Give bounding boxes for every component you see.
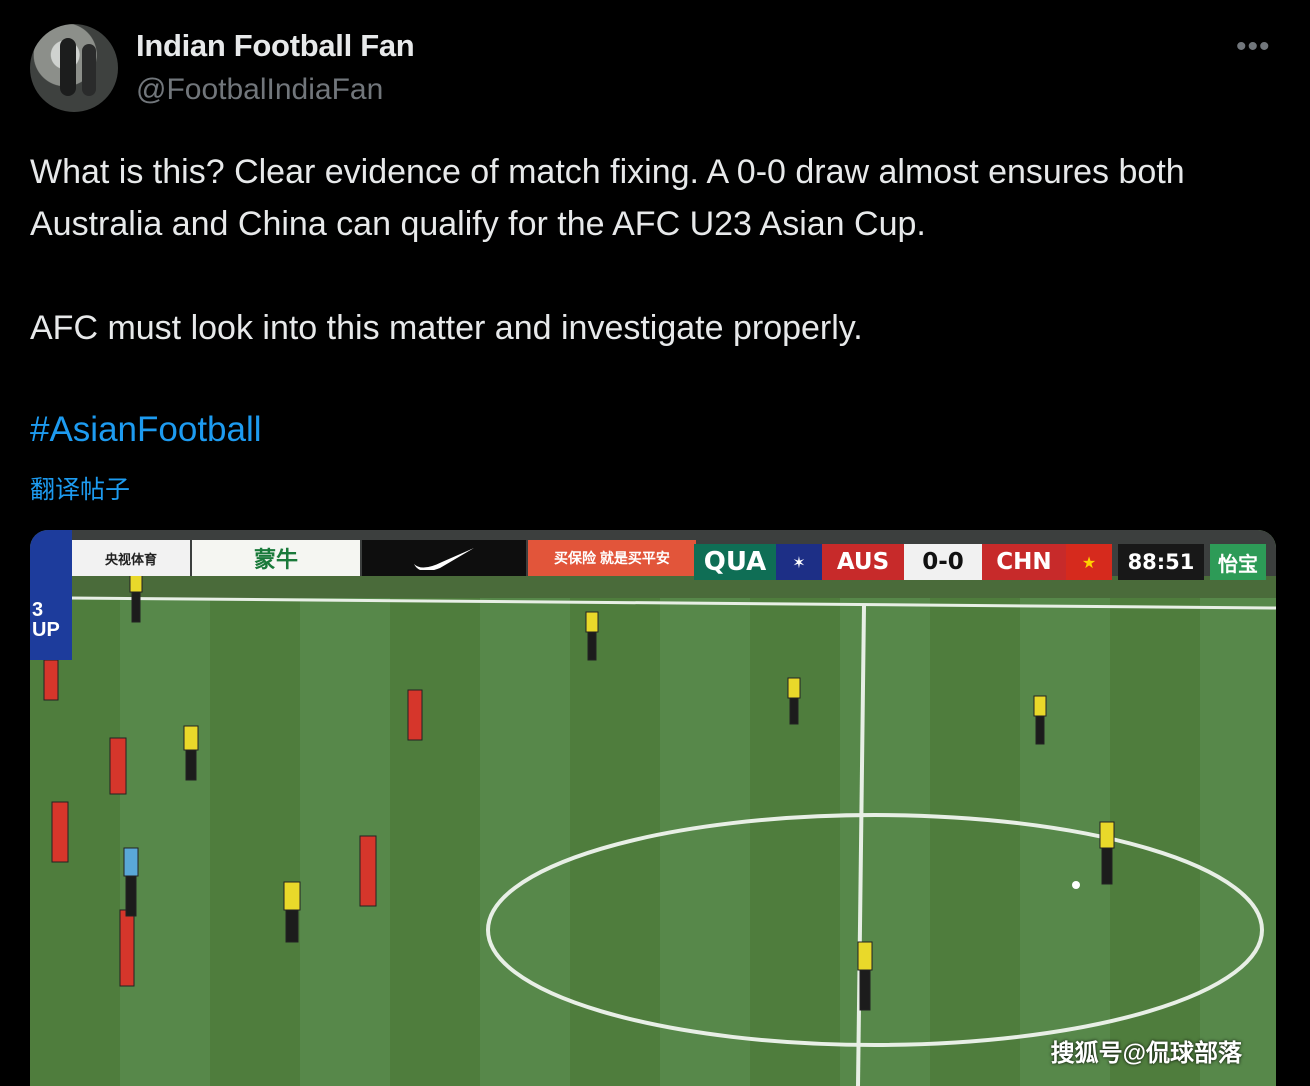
watermark: 搜狐号@侃球部落 [1050, 1040, 1242, 1067]
scoreboard: QUA ✶ AUS 0-0 CHN ★ 88:51 怡宝 [694, 544, 1266, 580]
match-clock: 88:51 [1118, 544, 1204, 580]
chn-flag-icon: ★ [1066, 544, 1112, 580]
swoosh-logo-icon [414, 548, 474, 570]
user-handle[interactable]: @FootbalIndiaFan [136, 73, 383, 107]
more-horizontal-icon[interactable]: ••• [1236, 30, 1271, 64]
board-cctv: 央视体育 [72, 540, 190, 576]
board-swoosh [362, 540, 526, 576]
tournament-badge-text: 3 UP [32, 599, 60, 641]
tournament-badge: 3 UP [30, 530, 72, 660]
home-team: AUS [822, 544, 904, 580]
tweet-text: What is this? Clear evidence of match fi… [30, 146, 1280, 354]
away-team: CHN [982, 544, 1066, 580]
scoreboard-qua: QUA [694, 544, 776, 580]
tweet-media-image[interactable]: 央视体育 蒙牛 买保险 就是买平安 QUA ✶ AUS 0-0 CHN ★ 88… [30, 530, 1276, 1086]
score-value: 0-0 [904, 544, 982, 580]
avatar-figure [60, 38, 76, 96]
avatar[interactable] [30, 24, 118, 112]
aus-flag-icon: ✶ [776, 544, 822, 580]
football-pitch [30, 530, 1276, 1086]
avatar-figure [82, 44, 96, 96]
board-mengniu: 蒙牛 [192, 540, 360, 576]
tweet-paragraph-2: AFC must look into this matter and inves… [30, 309, 863, 347]
board-right: 怡宝 [1210, 544, 1266, 580]
display-name[interactable]: Indian Football Fan [136, 28, 415, 64]
hashtag-link[interactable]: #AsianFootball [30, 410, 262, 450]
translate-post-link[interactable]: 翻译帖子 [30, 470, 130, 506]
board-red: 买保险 就是买平安 [528, 540, 696, 576]
tweet-paragraph-1: What is this? Clear evidence of match fi… [30, 153, 1185, 243]
